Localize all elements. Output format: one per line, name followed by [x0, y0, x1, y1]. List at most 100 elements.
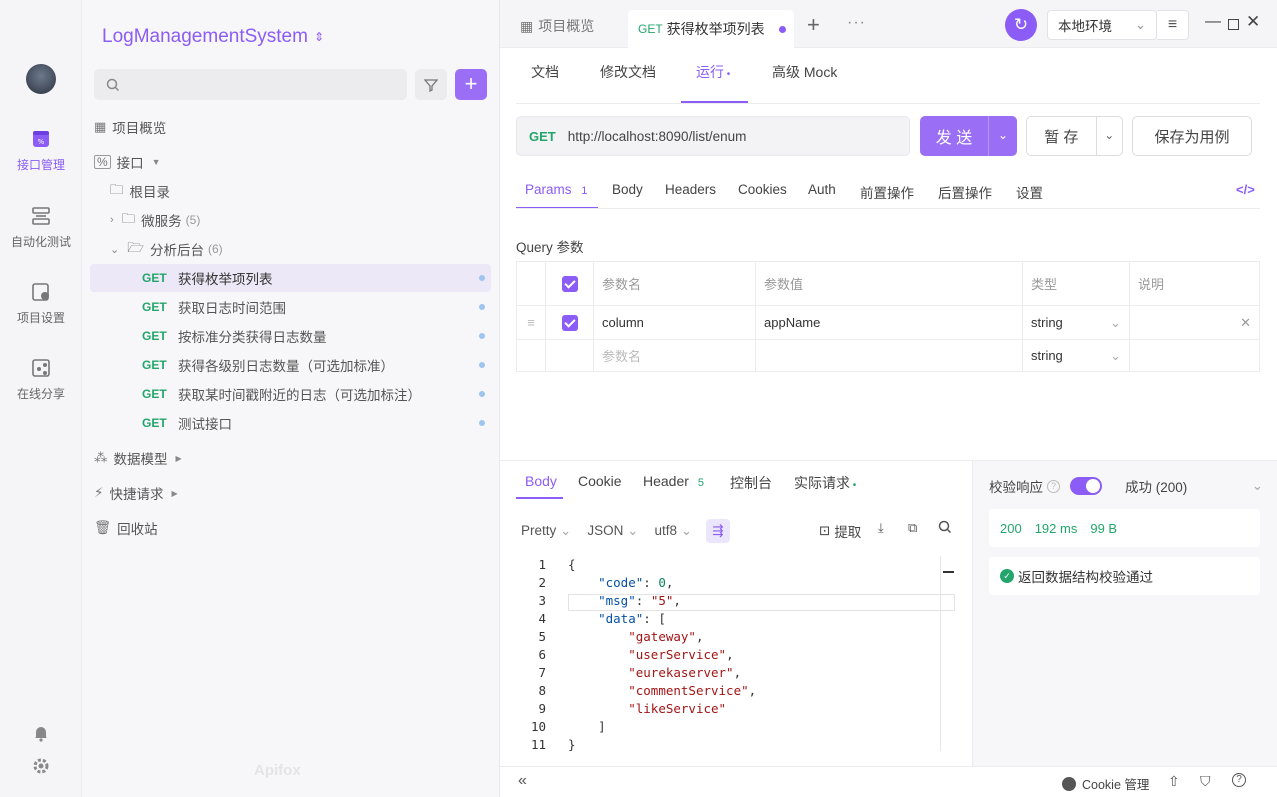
- subtab-doc[interactable]: 文档: [531, 62, 559, 82]
- lang-select[interactable]: JSON ⌄: [587, 523, 638, 539]
- upload-icon[interactable]: ⇧: [1168, 773, 1180, 790]
- search-input[interactable]: [94, 69, 407, 100]
- tab-cookies[interactable]: Cookies: [738, 182, 787, 197]
- tree-folder[interactable]: › 🗀 微服务 (5): [110, 206, 511, 234]
- folder-name: 分析后台: [149, 243, 204, 258]
- nav-project-settings[interactable]: 项目设置: [0, 281, 82, 326]
- encoding-select[interactable]: utf8 ⌄: [654, 523, 692, 539]
- endpoint-item[interactable]: GET 测试接口: [90, 409, 491, 437]
- param-name-placeholder[interactable]: 参数名: [593, 339, 756, 372]
- checkbox[interactable]: [561, 275, 578, 292]
- tab-auth[interactable]: Auth: [808, 182, 836, 197]
- gear-icon[interactable]: [32, 757, 50, 775]
- resp-tab-body[interactable]: Body: [525, 473, 557, 489]
- wrap-icon[interactable]: ⇶: [706, 519, 731, 543]
- endpoint-item[interactable]: GET 获得枚举项列表: [90, 264, 491, 292]
- download-icon[interactable]: ⤓: [878, 520, 884, 536]
- row-checkbox-cell[interactable]: [545, 305, 594, 340]
- tab-post-ops[interactable]: 后置操作: [938, 182, 992, 202]
- cookie-manager-button[interactable]: Cookie 管理: [1062, 774, 1149, 793]
- more-icon[interactable]: ···: [847, 14, 866, 32]
- new-tab-button[interactable]: +: [807, 12, 820, 38]
- save-temp-button[interactable]: 暂 存 ⌄: [1026, 116, 1123, 156]
- copy-icon[interactable]: ⧉: [908, 520, 917, 536]
- resp-tab-header[interactable]: Header 5: [643, 473, 704, 489]
- chevron-down-icon: ⌄: [1134, 17, 1146, 32]
- endpoint-item[interactable]: GET 获取某时间戳附近的日志（可选加标注）: [90, 380, 491, 408]
- tree-api[interactable]: % 接口 ▼: [94, 148, 495, 176]
- maximize-button[interactable]: [1228, 19, 1239, 30]
- checkbox[interactable]: [561, 314, 578, 331]
- tree-quick-request[interactable]: ⚡ 快捷请求 ▶: [94, 479, 495, 507]
- tree-data-model[interactable]: ⁂ 数据模型 ▶: [94, 444, 495, 472]
- subtab-advanced-mock[interactable]: 高级 Mock: [772, 62, 837, 82]
- tab-body[interactable]: Body: [612, 182, 643, 197]
- response-code-viewer[interactable]: 1{2 "code": 0, 3 "msg": "5", 4 "data": [5 …: [516, 556, 956, 752]
- search-icon[interactable]: [938, 520, 952, 534]
- resp-tab-actual-request[interactable]: 实际请求 •: [794, 473, 856, 493]
- tree-folder[interactable]: ⌄ 🗁 分析后台 (6): [110, 235, 511, 263]
- nav-online-share[interactable]: 在线分享: [0, 357, 82, 402]
- extract-button[interactable]: ⊡ 提取: [819, 521, 861, 541]
- caret-right-icon: ▶: [171, 488, 178, 498]
- nav-api-management[interactable]: % 接口管理: [0, 128, 82, 173]
- caret-right-icon: ▶: [175, 453, 182, 463]
- query-params-table: 参数名 参数值 类型 说明 ≡ column appName string ⌄ ✕…: [516, 261, 1260, 372]
- send-dropdown[interactable]: ⌄: [988, 116, 1017, 156]
- param-value-input[interactable]: [755, 339, 1023, 372]
- collapse-sidebar-icon[interactable]: «: [518, 772, 527, 790]
- resp-tab-cookie[interactable]: Cookie: [578, 473, 622, 489]
- share-icon: [30, 357, 52, 379]
- drag-handle-icon[interactable]: ≡: [516, 305, 546, 340]
- validate-toggle[interactable]: [1070, 477, 1102, 495]
- param-desc-input[interactable]: [1129, 339, 1260, 372]
- tab-settings[interactable]: 设置: [1016, 182, 1043, 202]
- nav-automation-test[interactable]: 自动化测试: [0, 205, 82, 250]
- sync-button[interactable]: ↻: [1005, 9, 1037, 41]
- filter-button[interactable]: [415, 69, 447, 100]
- save-as-case-button[interactable]: 保存为用例: [1132, 116, 1252, 156]
- endpoint-item[interactable]: GET 获取日志时间范围: [90, 293, 491, 321]
- scrollbar[interactable]: [940, 556, 956, 751]
- tab-params[interactable]: Params 1: [525, 182, 587, 197]
- help-icon[interactable]: ?: [1232, 773, 1246, 787]
- validate-result-select[interactable]: 成功 (200) ⌄: [1125, 476, 1263, 496]
- close-button[interactable]: ✕: [1246, 12, 1260, 32]
- param-value-input[interactable]: appName: [755, 305, 1023, 340]
- resp-tab-console[interactable]: 控制台: [730, 473, 772, 493]
- subtab-run[interactable]: 运行 •: [696, 62, 730, 82]
- tab-pre-ops[interactable]: 前置操作: [860, 182, 914, 202]
- tab-active-endpoint[interactable]: GET 获得枚举项列表: [628, 10, 794, 48]
- subtab-edit-doc[interactable]: 修改文档: [600, 62, 656, 82]
- resp-tab-actual-label: 实际请求: [794, 475, 850, 491]
- tab-headers[interactable]: Headers: [665, 182, 716, 197]
- view-select[interactable]: Pretty ⌄: [521, 523, 571, 539]
- param-name-input[interactable]: column: [593, 305, 756, 340]
- add-button[interactable]: +: [455, 69, 487, 100]
- param-type-select[interactable]: string ⌄: [1022, 305, 1130, 340]
- code-icon[interactable]: </>: [1236, 182, 1255, 197]
- shirt-icon[interactable]: ⛉: [1200, 773, 1211, 790]
- tree-trash[interactable]: 🗑 回收站: [94, 514, 495, 542]
- avatar[interactable]: [26, 64, 56, 94]
- table-row: 参数名 string ⌄: [516, 339, 1260, 372]
- bell-icon[interactable]: [32, 724, 50, 742]
- tree-overview[interactable]: ▦ 项目概览: [94, 113, 495, 141]
- env-select[interactable]: 本地环境 ⌄: [1047, 10, 1157, 40]
- method-select[interactable]: GET: [529, 129, 556, 144]
- endpoint-item[interactable]: GET 获得各级别日志数量（可选加标准）: [90, 351, 491, 379]
- param-desc-input[interactable]: ✕: [1129, 305, 1260, 340]
- param-type-select[interactable]: string ⌄: [1022, 339, 1130, 372]
- validation-text: 返回数据结构校验通过: [1018, 570, 1153, 585]
- tab-overview[interactable]: ▦ 项目概览: [520, 16, 594, 36]
- close-icon[interactable]: ✕: [1240, 315, 1251, 331]
- tree-root[interactable]: 🗀 根目录: [110, 177, 511, 205]
- endpoint-item[interactable]: GET 按标准分类获得日志数量: [90, 322, 491, 350]
- minimize-button[interactable]: —: [1205, 13, 1221, 31]
- project-switcher[interactable]: LogManagementSystem ⇕: [102, 26, 324, 48]
- env-menu-button[interactable]: ≡: [1157, 10, 1189, 40]
- send-button[interactable]: 发 送 ⌄: [920, 116, 1017, 156]
- save-temp-dropdown[interactable]: ⌄: [1095, 117, 1122, 155]
- select-all-checkbox[interactable]: [545, 261, 594, 306]
- url-input[interactable]: GET http://localhost:8090/list/enum: [516, 116, 910, 156]
